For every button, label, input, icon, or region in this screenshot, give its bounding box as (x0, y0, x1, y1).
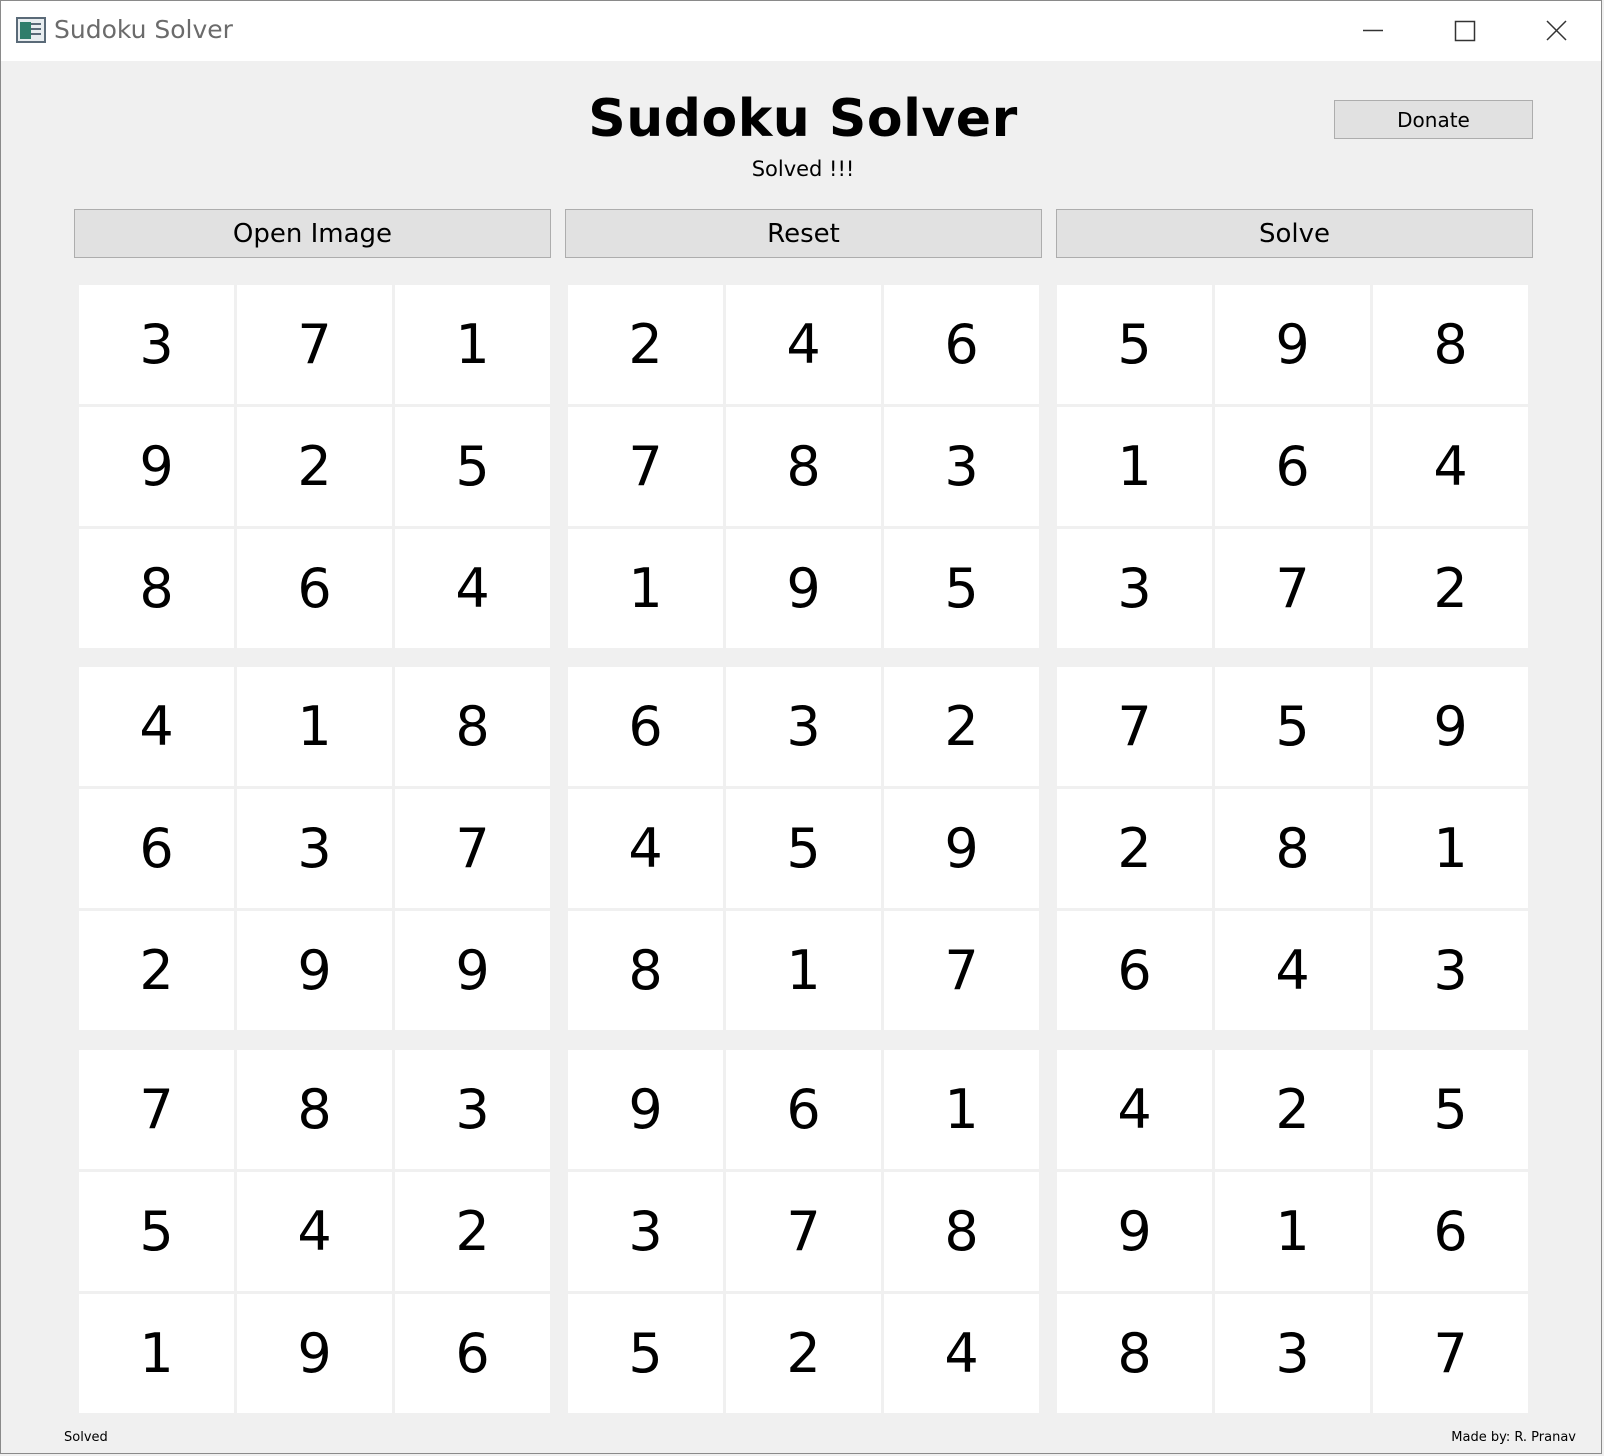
maximize-icon (1454, 20, 1476, 42)
sudoku-cell-r2-c9[interactable]: 4 (1373, 407, 1528, 526)
sudoku-cell-r6-c4[interactable]: 8 (568, 911, 723, 1030)
sudoku-cell-r5-c4[interactable]: 4 (568, 789, 723, 908)
sudoku-cell-r3-c6[interactable]: 5 (884, 529, 1039, 648)
sudoku-cell-r4-c4[interactable]: 6 (568, 667, 723, 786)
sudoku-cell-r9-c3[interactable]: 6 (395, 1294, 550, 1413)
credit-text: Made by: R. Pranav (1451, 1430, 1576, 1445)
sudoku-cell-r3-c7[interactable]: 3 (1057, 529, 1212, 648)
sudoku-cell-r6-c1[interactable]: 2 (79, 911, 234, 1030)
minimize-icon (1363, 29, 1383, 32)
sudoku-cell-r3-c1[interactable]: 8 (79, 529, 234, 648)
sudoku-cell-r2-c8[interactable]: 6 (1215, 407, 1370, 526)
sudoku-cell-r5-c3[interactable]: 7 (395, 789, 550, 908)
sudoku-cell-r4-c8[interactable]: 5 (1215, 667, 1370, 786)
sudoku-cell-r1-c9[interactable]: 8 (1373, 285, 1528, 404)
sudoku-cell-r3-c4[interactable]: 1 (568, 529, 723, 648)
sudoku-cell-r8-c1[interactable]: 5 (79, 1172, 234, 1291)
sudoku-cell-r2-c4[interactable]: 7 (568, 407, 723, 526)
sudoku-cell-r1-c6[interactable]: 6 (884, 285, 1039, 404)
sudoku-cell-r9-c2[interactable]: 9 (237, 1294, 392, 1413)
sudoku-cell-r2-c7[interactable]: 1 (1057, 407, 1212, 526)
sudoku-cell-r9-c6[interactable]: 4 (884, 1294, 1039, 1413)
sudoku-cell-r9-c9[interactable]: 7 (1373, 1294, 1528, 1413)
sudoku-cell-r8-c2[interactable]: 4 (237, 1172, 392, 1291)
sudoku-cell-r4-c1[interactable]: 4 (79, 667, 234, 786)
sudoku-cell-r1-c1[interactable]: 3 (79, 285, 234, 404)
sudoku-cell-r7-c9[interactable]: 5 (1373, 1050, 1528, 1169)
sudoku-cell-r2-c6[interactable]: 3 (884, 407, 1039, 526)
sudoku-cell-r7-c7[interactable]: 4 (1057, 1050, 1212, 1169)
sudoku-cell-r3-c9[interactable]: 2 (1373, 529, 1528, 648)
minimize-button[interactable] (1327, 1, 1419, 61)
sudoku-cell-r1-c8[interactable]: 9 (1215, 285, 1370, 404)
sudoku-cell-r8-c7[interactable]: 9 (1057, 1172, 1212, 1291)
sudoku-cell-r6-c8[interactable]: 4 (1215, 911, 1370, 1030)
sudoku-cell-r8-c8[interactable]: 1 (1215, 1172, 1370, 1291)
sudoku-cell-r9-c5[interactable]: 2 (726, 1294, 881, 1413)
close-button[interactable] (1511, 1, 1603, 61)
app-window: Sudoku Solver Sudoku Solver Solved !!! D… (0, 0, 1602, 1454)
sudoku-cell-r6-c9[interactable]: 3 (1373, 911, 1528, 1030)
sudoku-cell-r5-c8[interactable]: 8 (1215, 789, 1370, 908)
sudoku-cell-r9-c7[interactable]: 8 (1057, 1294, 1212, 1413)
sudoku-cell-r4-c2[interactable]: 1 (237, 667, 392, 786)
sudoku-cell-r6-c3[interactable]: 9 (395, 911, 550, 1030)
sudoku-cell-r4-c6[interactable]: 2 (884, 667, 1039, 786)
maximize-button[interactable] (1419, 1, 1511, 61)
sudoku-cell-r5-c7[interactable]: 2 (1057, 789, 1212, 908)
sudoku-cell-r3-c5[interactable]: 9 (726, 529, 881, 648)
title-bar[interactable]: Sudoku Solver (1, 1, 1601, 61)
sudoku-cell-r7-c2[interactable]: 8 (237, 1050, 392, 1169)
sudoku-cell-r5-c2[interactable]: 3 (237, 789, 392, 908)
sudoku-cell-r5-c6[interactable]: 9 (884, 789, 1039, 908)
donate-button[interactable]: Donate (1334, 100, 1533, 139)
status-bar-text: Solved (64, 1430, 108, 1445)
status-message: Solved !!! (751, 157, 855, 181)
sudoku-cell-r5-c1[interactable]: 6 (79, 789, 234, 908)
sudoku-cell-r7-c1[interactable]: 7 (79, 1050, 234, 1169)
sudoku-cell-r7-c3[interactable]: 3 (395, 1050, 550, 1169)
window-title: Sudoku Solver (54, 15, 233, 44)
sudoku-cell-r7-c4[interactable]: 9 (568, 1050, 723, 1169)
sudoku-cell-r2-c3[interactable]: 5 (395, 407, 550, 526)
sudoku-cell-r8-c4[interactable]: 3 (568, 1172, 723, 1291)
sudoku-cell-r9-c1[interactable]: 1 (79, 1294, 234, 1413)
sudoku-cell-r6-c7[interactable]: 6 (1057, 911, 1212, 1030)
sudoku-cell-r4-c7[interactable]: 7 (1057, 667, 1212, 786)
sudoku-cell-r9-c8[interactable]: 3 (1215, 1294, 1370, 1413)
sudoku-cell-r5-c9[interactable]: 1 (1373, 789, 1528, 908)
open-image-button[interactable]: Open Image (74, 209, 551, 258)
sudoku-cell-r2-c2[interactable]: 2 (237, 407, 392, 526)
sudoku-cell-r8-c5[interactable]: 7 (726, 1172, 881, 1291)
app-icon (16, 17, 46, 43)
sudoku-cell-r7-c8[interactable]: 2 (1215, 1050, 1370, 1169)
sudoku-cell-r4-c5[interactable]: 3 (726, 667, 881, 786)
sudoku-cell-r6-c2[interactable]: 9 (237, 911, 392, 1030)
sudoku-cell-r6-c6[interactable]: 7 (884, 911, 1039, 1030)
sudoku-cell-r3-c3[interactable]: 4 (395, 529, 550, 648)
sudoku-cell-r1-c4[interactable]: 2 (568, 285, 723, 404)
sudoku-cell-r6-c5[interactable]: 1 (726, 911, 881, 1030)
sudoku-cell-r3-c8[interactable]: 7 (1215, 529, 1370, 648)
reset-button[interactable]: Reset (565, 209, 1042, 258)
solve-button[interactable]: Solve (1056, 209, 1533, 258)
sudoku-cell-r1-c2[interactable]: 7 (237, 285, 392, 404)
close-icon (1546, 20, 1567, 41)
sudoku-cell-r7-c5[interactable]: 6 (726, 1050, 881, 1169)
sudoku-cell-r1-c7[interactable]: 5 (1057, 285, 1212, 404)
sudoku-cell-r8-c3[interactable]: 2 (395, 1172, 550, 1291)
sudoku-cell-r2-c1[interactable]: 9 (79, 407, 234, 526)
sudoku-cell-r8-c6[interactable]: 8 (884, 1172, 1039, 1291)
sudoku-cell-r4-c3[interactable]: 8 (395, 667, 550, 786)
sudoku-cell-r1-c5[interactable]: 4 (726, 285, 881, 404)
sudoku-cell-r4-c9[interactable]: 9 (1373, 667, 1528, 786)
sudoku-cell-r7-c6[interactable]: 1 (884, 1050, 1039, 1169)
sudoku-cell-r9-c4[interactable]: 5 (568, 1294, 723, 1413)
sudoku-cell-r2-c5[interactable]: 8 (726, 407, 881, 526)
sudoku-cell-r1-c3[interactable]: 1 (395, 285, 550, 404)
sudoku-cell-r5-c5[interactable]: 5 (726, 789, 881, 908)
sudoku-cell-r3-c2[interactable]: 6 (237, 529, 392, 648)
sudoku-cell-r8-c9[interactable]: 6 (1373, 1172, 1528, 1291)
